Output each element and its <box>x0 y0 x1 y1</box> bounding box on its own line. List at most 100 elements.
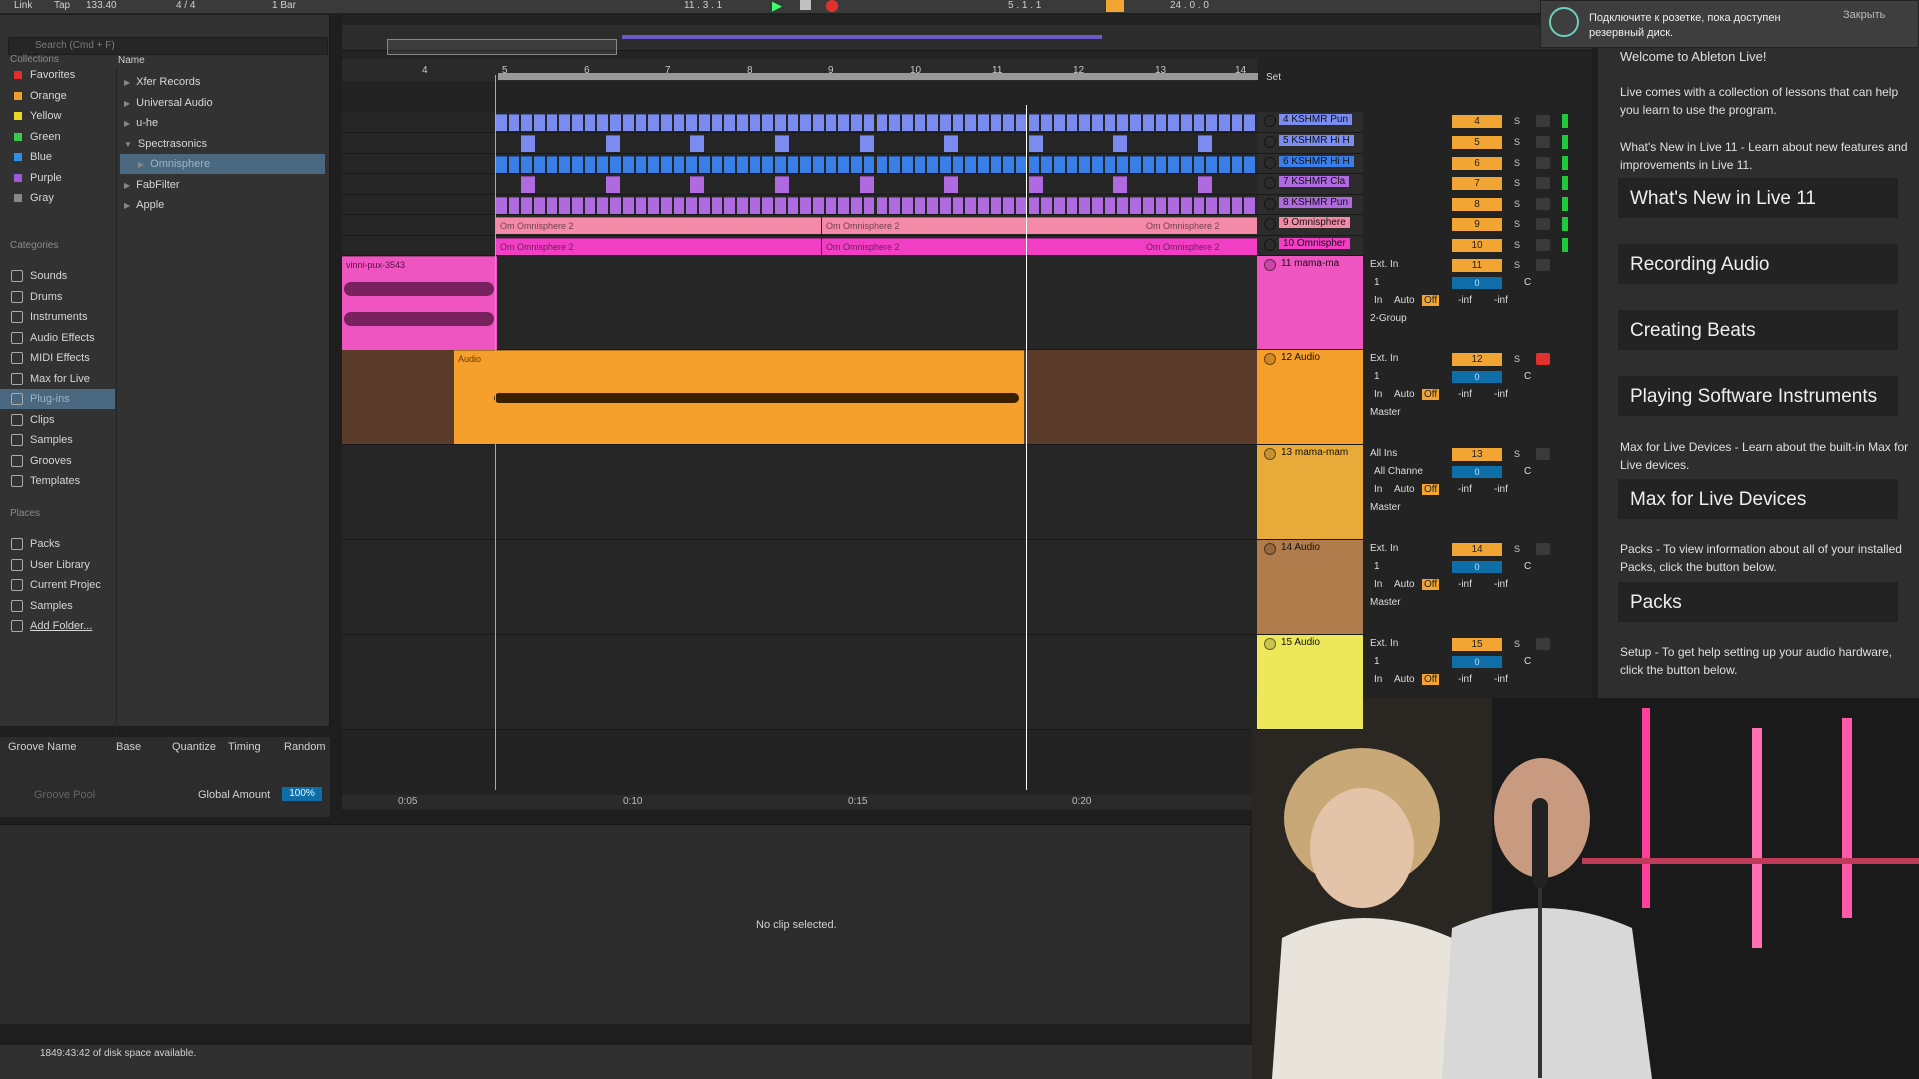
midi-clip[interactable] <box>944 176 959 193</box>
midi-clip[interactable] <box>1142 156 1154 173</box>
track-name[interactable]: 9 Omnisphere <box>1279 217 1350 228</box>
midi-clip[interactable] <box>889 156 900 173</box>
tree-item-universal-audio[interactable]: ▶ Universal Audio <box>120 93 325 113</box>
arm-button[interactable] <box>1536 259 1550 271</box>
midi-clip[interactable] <box>952 197 964 214</box>
midi-clip[interactable] <box>1206 156 1217 173</box>
tree-item-spectrasonics[interactable]: ▼ Spectrasonics <box>120 134 325 154</box>
midi-clip[interactable] <box>690 135 705 152</box>
track-number[interactable]: 14 <box>1452 543 1502 556</box>
midi-clip[interactable] <box>686 114 697 131</box>
midi-clip[interactable] <box>724 156 735 173</box>
midi-clip[interactable] <box>825 197 837 214</box>
midi-clip[interactable] <box>775 197 786 214</box>
track-header[interactable]: 12 Audio <box>1257 350 1363 445</box>
solo-button[interactable]: S <box>1510 198 1524 210</box>
midi-clip[interactable] <box>534 156 545 173</box>
midi-clip[interactable] <box>914 197 926 214</box>
midi-clip[interactable] <box>1155 156 1167 173</box>
monitor-in-button[interactable]: In <box>1374 579 1382 590</box>
track-header[interactable]: 6 KSHMR Hi H <box>1257 154 1363 174</box>
category-grooves[interactable]: Grooves <box>0 451 115 471</box>
midi-clip[interactable] <box>939 114 951 131</box>
track-number[interactable]: 15 <box>1452 638 1502 651</box>
midi-clip[interactable] <box>605 176 620 193</box>
track-header[interactable]: 15 Audio <box>1257 635 1363 730</box>
midi-clip[interactable] <box>1117 156 1129 173</box>
track-name[interactable]: 13 mama-mam <box>1281 447 1348 458</box>
midi-clip[interactable] <box>610 197 621 214</box>
midi-clip[interactable] <box>1193 156 1205 173</box>
midi-clip[interactable] <box>851 197 862 214</box>
groove-column-header[interactable]: Random <box>284 741 326 753</box>
midi-clip[interactable] <box>698 156 710 173</box>
arm-button[interactable] <box>1536 448 1550 460</box>
volume-field[interactable]: 0 <box>1452 466 1502 478</box>
collection-favorites[interactable]: Favorites <box>0 65 115 85</box>
midi-clip[interactable] <box>800 156 812 173</box>
search-input[interactable]: Search (Cmd + F) <box>8 37 328 55</box>
fold-icon[interactable] <box>1264 543 1276 555</box>
midi-clip[interactable] <box>584 114 596 131</box>
input-type-menu[interactable]: All Ins <box>1370 448 1397 459</box>
expand-arrow-icon[interactable]: ▶ <box>138 160 144 169</box>
track-name[interactable]: 8 KSHMR Pun <box>1279 197 1353 208</box>
track-number[interactable]: 9 <box>1452 218 1502 231</box>
arm-button[interactable] <box>1536 638 1550 650</box>
midi-clip[interactable] <box>546 156 558 173</box>
midi-clip[interactable] <box>648 197 659 214</box>
midi-clip[interactable] <box>775 156 786 173</box>
midi-clip[interactable] <box>876 197 888 214</box>
place-packs[interactable]: Packs <box>0 534 115 554</box>
midi-clip[interactable] <box>496 114 507 131</box>
midi-clip[interactable] <box>673 156 685 173</box>
midi-clip[interactable] <box>952 114 964 131</box>
midi-clip[interactable] <box>1003 197 1014 214</box>
monitor-auto-button[interactable]: Auto <box>1394 484 1415 495</box>
monitor-in-button[interactable]: In <box>1374 295 1382 306</box>
input-type-menu[interactable]: Ext. In <box>1370 353 1398 364</box>
arm-button[interactable] <box>1536 198 1550 210</box>
tap-button[interactable]: Tap <box>54 0 70 12</box>
midi-clip[interactable] <box>1231 114 1243 131</box>
midi-clip[interactable] <box>1168 197 1179 214</box>
midi-clip[interactable] <box>1113 176 1128 193</box>
volume-field[interactable]: 0 <box>1452 656 1502 668</box>
midi-clip[interactable] <box>787 156 799 173</box>
midi-clip[interactable] <box>977 114 989 131</box>
midi-clip[interactable] <box>622 114 634 131</box>
track-lane[interactable] <box>342 154 1257 174</box>
fold-icon[interactable] <box>1264 448 1276 460</box>
midi-clip[interactable] <box>838 114 850 131</box>
midi-clip[interactable] <box>1054 156 1065 173</box>
track-name[interactable]: 7 KSHMR Cla <box>1279 176 1350 187</box>
track-number[interactable]: 4 <box>1452 115 1502 128</box>
midi-clip[interactable] <box>1092 156 1103 173</box>
max-for-live-button[interactable]: Max for Live Devices <box>1618 479 1898 519</box>
midi-clip[interactable] <box>546 114 558 131</box>
category-audio-effects[interactable]: Audio Effects <box>0 328 115 348</box>
midi-clip[interactable] <box>990 114 1002 131</box>
track-lane[interactable] <box>342 195 1257 215</box>
monitor-auto-button[interactable]: Auto <box>1394 674 1415 685</box>
midi-clip[interactable] <box>944 135 959 152</box>
collection-blue[interactable]: Blue <box>0 147 115 167</box>
track-name[interactable]: 12 Audio <box>1281 352 1320 363</box>
midi-clip[interactable] <box>1155 114 1167 131</box>
midi-clip[interactable] <box>1168 156 1179 173</box>
collection-green[interactable]: Green <box>0 127 115 147</box>
solo-button[interactable]: S <box>1510 136 1524 148</box>
midi-clip[interactable] <box>1197 135 1212 152</box>
midi-clip[interactable] <box>508 156 520 173</box>
midi-clip[interactable] <box>610 114 621 131</box>
midi-clip[interactable] <box>1231 197 1243 214</box>
track-lane[interactable] <box>342 112 1257 133</box>
midi-clip[interactable] <box>1104 114 1116 131</box>
track-number[interactable]: 5 <box>1452 136 1502 149</box>
midi-clip[interactable] <box>787 197 799 214</box>
midi-clip[interactable] <box>1244 114 1255 131</box>
track-number[interactable]: 11 <box>1452 259 1502 272</box>
midi-clip[interactable] <box>508 197 520 214</box>
midi-clip[interactable] <box>622 197 634 214</box>
track-number[interactable]: 10 <box>1452 239 1502 252</box>
